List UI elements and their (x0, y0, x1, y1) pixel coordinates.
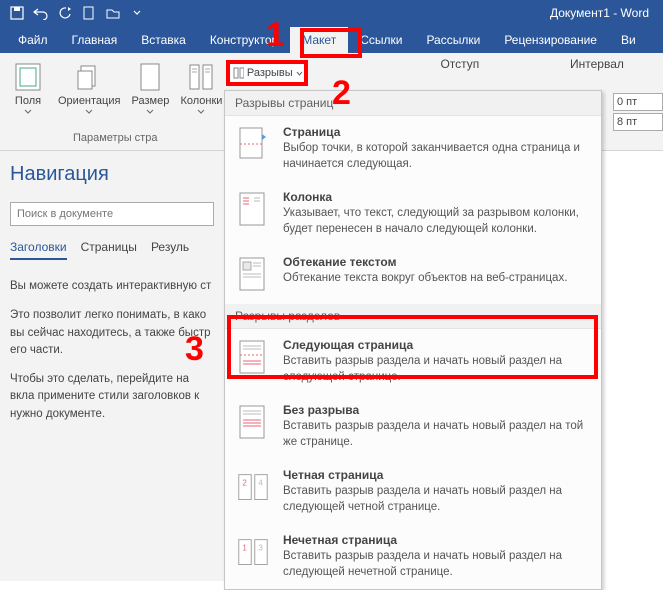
orientation-icon (73, 61, 105, 93)
open-icon[interactable] (102, 2, 124, 24)
nav-tabs: Заголовки Страницы Резуль (10, 240, 214, 260)
tab-review[interactable]: Рецензирование (492, 27, 609, 53)
dd-item-even-page[interactable]: 24 Четная страницаВставить разрыв раздел… (225, 459, 601, 524)
chevron-down-icon (146, 109, 154, 114)
svg-text:1: 1 (242, 543, 247, 552)
tab-design[interactable]: Конструктор (198, 27, 290, 53)
tab-layout[interactable]: Макет (290, 27, 348, 53)
chevron-down-icon (85, 109, 93, 114)
svg-text:4: 4 (258, 478, 263, 487)
columns-icon (185, 61, 217, 93)
dd-section-page-breaks: Разрывы страниц (225, 91, 601, 116)
dd-section-section-breaks: Разрывы разделов (225, 304, 601, 329)
redo-icon[interactable] (54, 2, 76, 24)
nav-title: Навигация (10, 163, 214, 186)
tab-view[interactable]: Ви (609, 27, 648, 53)
group-label: Параметры стра (73, 130, 157, 146)
quick-access-toolbar (0, 2, 148, 24)
chevron-down-icon (296, 71, 302, 76)
tab-home[interactable]: Главная (60, 27, 130, 53)
text-wrap-icon (237, 255, 269, 295)
page-setup-group: Поля Ориентация Размер Колонки Параметры… (0, 53, 230, 150)
svg-text:2: 2 (242, 478, 247, 487)
ribbon-tabs: Файл Главная Вставка Конструктор Макет С… (0, 25, 663, 53)
margins-icon (12, 61, 44, 93)
tab-file[interactable]: Файл (6, 27, 60, 53)
margins-button[interactable]: Поля (8, 61, 48, 114)
size-button[interactable]: Размер (130, 61, 170, 114)
nav-tab-results[interactable]: Резуль (151, 240, 189, 260)
dd-item-next-page[interactable]: Следующая страницаВставить разрыв раздел… (225, 329, 601, 394)
continuous-icon (237, 403, 269, 443)
undo-icon[interactable] (30, 2, 52, 24)
dd-item-text-wrapping[interactable]: Обтекание текстомОбтекание текста вокруг… (225, 246, 601, 304)
page-break-icon (237, 125, 269, 165)
save-icon[interactable] (6, 2, 28, 24)
tab-insert[interactable]: Вставка (129, 27, 198, 53)
size-icon (134, 61, 166, 93)
tab-mailings[interactable]: Рассылки (414, 27, 492, 53)
columns-button[interactable]: Колонки (180, 61, 222, 114)
nav-tab-headings[interactable]: Заголовки (10, 240, 67, 260)
column-break-icon (237, 190, 269, 230)
next-page-icon (237, 338, 269, 378)
navigation-panel: Навигация Заголовки Страницы Резуль Вы м… (0, 151, 225, 581)
breaks-dropdown: Разрывы страниц СтраницаВыбор точки, в к… (224, 90, 602, 590)
even-page-icon: 24 (237, 468, 269, 508)
svg-text:3: 3 (258, 543, 263, 552)
title-bar: Документ1 - Word (0, 0, 663, 25)
nav-help-text: Вы можете создать интерактивную ст Это п… (10, 278, 214, 423)
chevron-down-icon (24, 109, 32, 114)
search-input[interactable] (10, 202, 214, 226)
breaks-button[interactable]: Разрывы (229, 63, 306, 83)
chevron-down-icon (197, 109, 205, 114)
dd-item-column[interactable]: КолонкаУказывает, что текст, следующий з… (225, 181, 601, 246)
customize-icon[interactable] (126, 2, 148, 24)
spacing-after-input[interactable]: 8 пт (613, 113, 663, 131)
dd-item-continuous[interactable]: Без разрываВставить разрыв раздела и нач… (225, 394, 601, 459)
spacing-before-input[interactable]: 0 пт (613, 93, 663, 111)
orientation-button[interactable]: Ориентация (58, 61, 120, 114)
document-title: Документ1 - Word (148, 6, 663, 20)
spacing-group: Интервал (540, 53, 644, 81)
breaks-icon (233, 67, 244, 79)
tab-references[interactable]: Ссылки (348, 27, 414, 53)
dd-item-odd-page[interactable]: 13 Нечетная страницаВставить разрыв разд… (225, 524, 601, 589)
nav-tab-pages[interactable]: Страницы (81, 240, 137, 260)
odd-page-icon: 13 (237, 533, 269, 573)
dd-item-page[interactable]: СтраницаВыбор точки, в которой заканчива… (225, 116, 601, 181)
new-doc-icon[interactable] (78, 2, 100, 24)
